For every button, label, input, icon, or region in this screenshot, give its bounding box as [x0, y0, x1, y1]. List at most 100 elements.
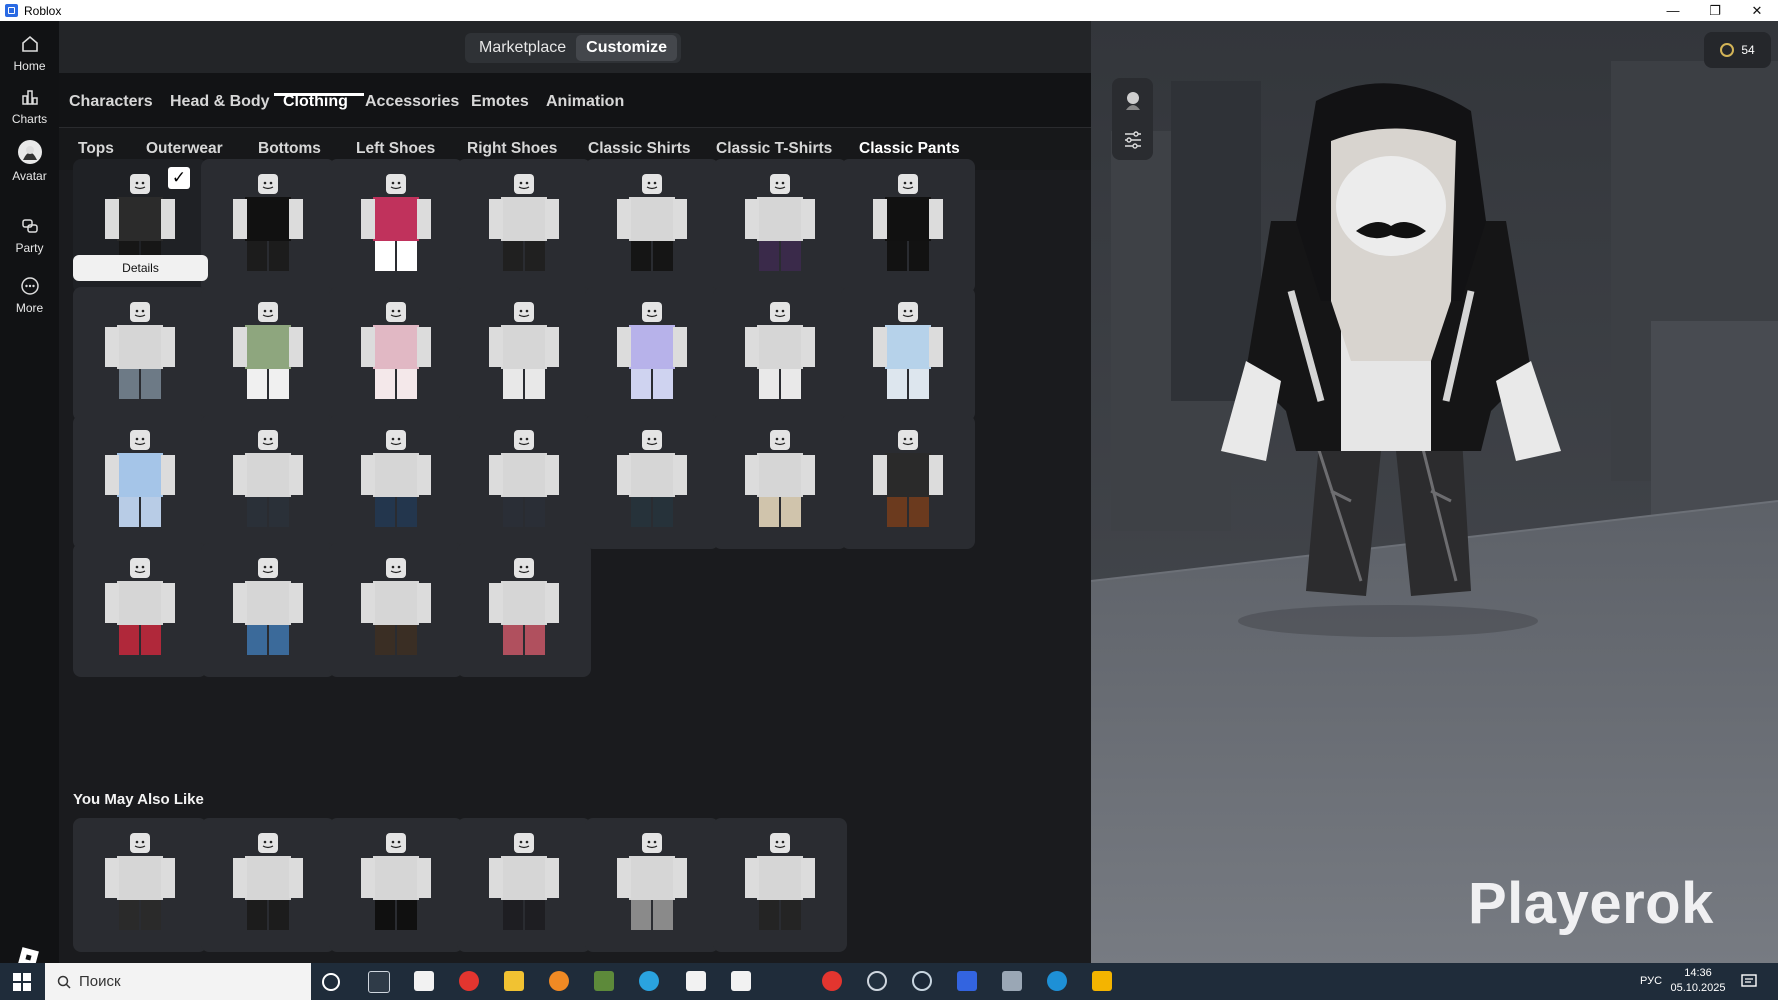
windows-start-icon[interactable] [13, 973, 31, 991]
subtab-classic-pants[interactable]: Classic Pants [859, 140, 960, 158]
clothing-item-tile[interactable] [329, 415, 463, 549]
recommended-item-tile[interactable] [329, 818, 463, 952]
restore-button[interactable]: ❐ [1694, 0, 1736, 21]
nav-label-party: Party [15, 241, 44, 255]
clothing-item-tile[interactable] [201, 415, 335, 549]
clothing-item-tile[interactable] [201, 287, 335, 421]
recommended-item-tile[interactable] [585, 818, 719, 952]
subtab-tops[interactable]: Tops [78, 140, 114, 158]
tab-head-body[interactable]: Head & Body [170, 93, 270, 111]
steam-icon[interactable] [912, 971, 932, 991]
taskbar-clock[interactable]: 14:36 05.10.2025 [1670, 966, 1726, 996]
rockstar-icon[interactable] [1092, 971, 1112, 991]
notepad-icon[interactable] [414, 971, 434, 991]
subtab-classic-tshirts[interactable]: Classic T-Shirts [716, 140, 832, 158]
document-icon[interactable] [686, 971, 706, 991]
clothing-item-tile[interactable] [585, 287, 719, 421]
nav-label-home: Home [13, 59, 46, 73]
clothing-item-tile[interactable] [329, 287, 463, 421]
clothing-item-tile[interactable] [329, 159, 463, 293]
tab-characters[interactable]: Characters [69, 93, 153, 111]
yandex-icon[interactable] [459, 971, 479, 991]
roblox-studio-icon[interactable] [1002, 971, 1022, 991]
edge-icon[interactable] [1047, 971, 1067, 991]
subtab-outerwear[interactable]: Outerwear [146, 140, 223, 158]
clothing-item-tile[interactable] [585, 159, 719, 293]
marketplace-tab[interactable]: Marketplace [469, 35, 576, 61]
taskbar-search[interactable]: Поиск [45, 963, 311, 1000]
minecraft-icon[interactable] [594, 971, 614, 991]
subtab-classic-shirts[interactable]: Classic Shirts [588, 140, 691, 158]
app-icon[interactable] [867, 971, 887, 991]
view-tools-panel [1112, 78, 1153, 160]
yandex-browser-icon[interactable] [822, 971, 842, 991]
nav-item-avatar[interactable]: Avatar [0, 139, 59, 183]
clothing-item-tile[interactable] [457, 543, 591, 677]
charts-icon [21, 90, 38, 105]
clothing-item-tile[interactable] [713, 287, 847, 421]
avatar-thumbnail-icon[interactable] [1121, 88, 1145, 112]
roblox-taskbar-icon[interactable] [957, 971, 977, 991]
tab-animation[interactable]: Animation [546, 93, 624, 111]
clock-date: 05.10.2025 [1670, 982, 1726, 994]
clothing-item-tile[interactable] [457, 287, 591, 421]
clothing-item-tile[interactable] [585, 415, 719, 549]
clothing-item-tile[interactable] [841, 159, 975, 293]
nav-item-charts[interactable]: Charts [0, 86, 59, 126]
clothing-item-tile[interactable] [201, 543, 335, 677]
nav-label-more: More [15, 301, 44, 315]
avatar-scene [1091, 21, 1778, 963]
clothing-item-tile[interactable] [201, 159, 335, 293]
avatar-3d-preview[interactable] [1091, 21, 1778, 963]
search-icon [57, 975, 71, 989]
clothing-item-tile[interactable] [457, 415, 591, 549]
subtab-bottoms[interactable]: Bottoms [258, 140, 321, 158]
nav-item-party[interactable]: Party [0, 215, 59, 255]
tab-accessories[interactable]: Accessories [365, 93, 459, 111]
party-icon [21, 219, 38, 233]
clothing-item-tile[interactable] [841, 287, 975, 421]
document-icon-2[interactable] [731, 971, 751, 991]
clothing-item-tile[interactable] [329, 543, 463, 677]
nav-label-avatar: Avatar [12, 169, 47, 183]
file-explorer-icon[interactable] [504, 971, 524, 991]
subtab-left-shoes[interactable]: Left Shoes [356, 140, 435, 158]
minimize-button[interactable]: — [1652, 0, 1694, 21]
nav-item-home[interactable]: Home [0, 33, 59, 73]
clothing-item-tile[interactable] [713, 159, 847, 293]
search-placeholder: Поиск [79, 973, 121, 990]
settings-sliders-icon[interactable] [1121, 128, 1145, 152]
nav-item-more[interactable]: More [0, 275, 59, 315]
avatar-editor-panel: Marketplace Customize Characters Head & … [59, 21, 1091, 963]
recommended-item-tile[interactable] [713, 818, 847, 952]
customize-tab[interactable]: Customize [576, 35, 678, 61]
clothing-item-tile[interactable] [457, 159, 591, 293]
details-button[interactable]: Details [73, 255, 208, 281]
clothing-item-tile[interactable] [73, 287, 207, 421]
top-bar: Marketplace Customize [59, 21, 1091, 73]
firefox-icon[interactable] [549, 971, 569, 991]
clothing-item-tile[interactable] [73, 543, 207, 677]
task-view-icon[interactable] [368, 971, 390, 993]
close-button[interactable]: ✕ [1736, 0, 1778, 21]
telegram-icon[interactable] [639, 971, 659, 991]
robux-balance[interactable]: 54 [1704, 32, 1771, 68]
clothing-item-tile[interactable] [73, 415, 207, 549]
language-indicator[interactable]: РУС [1640, 975, 1662, 987]
window-titlebar: Roblox — ❐ ✕ [0, 0, 1778, 21]
clothing-item-tile[interactable] [841, 415, 975, 549]
notifications-icon[interactable] [1741, 973, 1757, 989]
subtab-right-shoes[interactable]: Right Shoes [467, 140, 557, 158]
recommended-item-tile[interactable] [201, 818, 335, 952]
window-title: Roblox [24, 3, 62, 18]
clothing-item-tile[interactable] [713, 415, 847, 549]
left-nav: Home Charts Avatar Party More [0, 21, 59, 968]
cortana-icon[interactable] [322, 973, 340, 991]
tab-emotes[interactable]: Emotes [471, 93, 529, 111]
recommended-item-tile[interactable] [457, 818, 591, 952]
clock-time: 14:36 [1684, 967, 1712, 979]
robux-amount: 54 [1741, 43, 1755, 57]
equipped-checkbox[interactable]: ✓ [168, 167, 190, 189]
watermark-text: Playerok [1468, 871, 1714, 936]
recommended-item-tile[interactable] [73, 818, 207, 952]
